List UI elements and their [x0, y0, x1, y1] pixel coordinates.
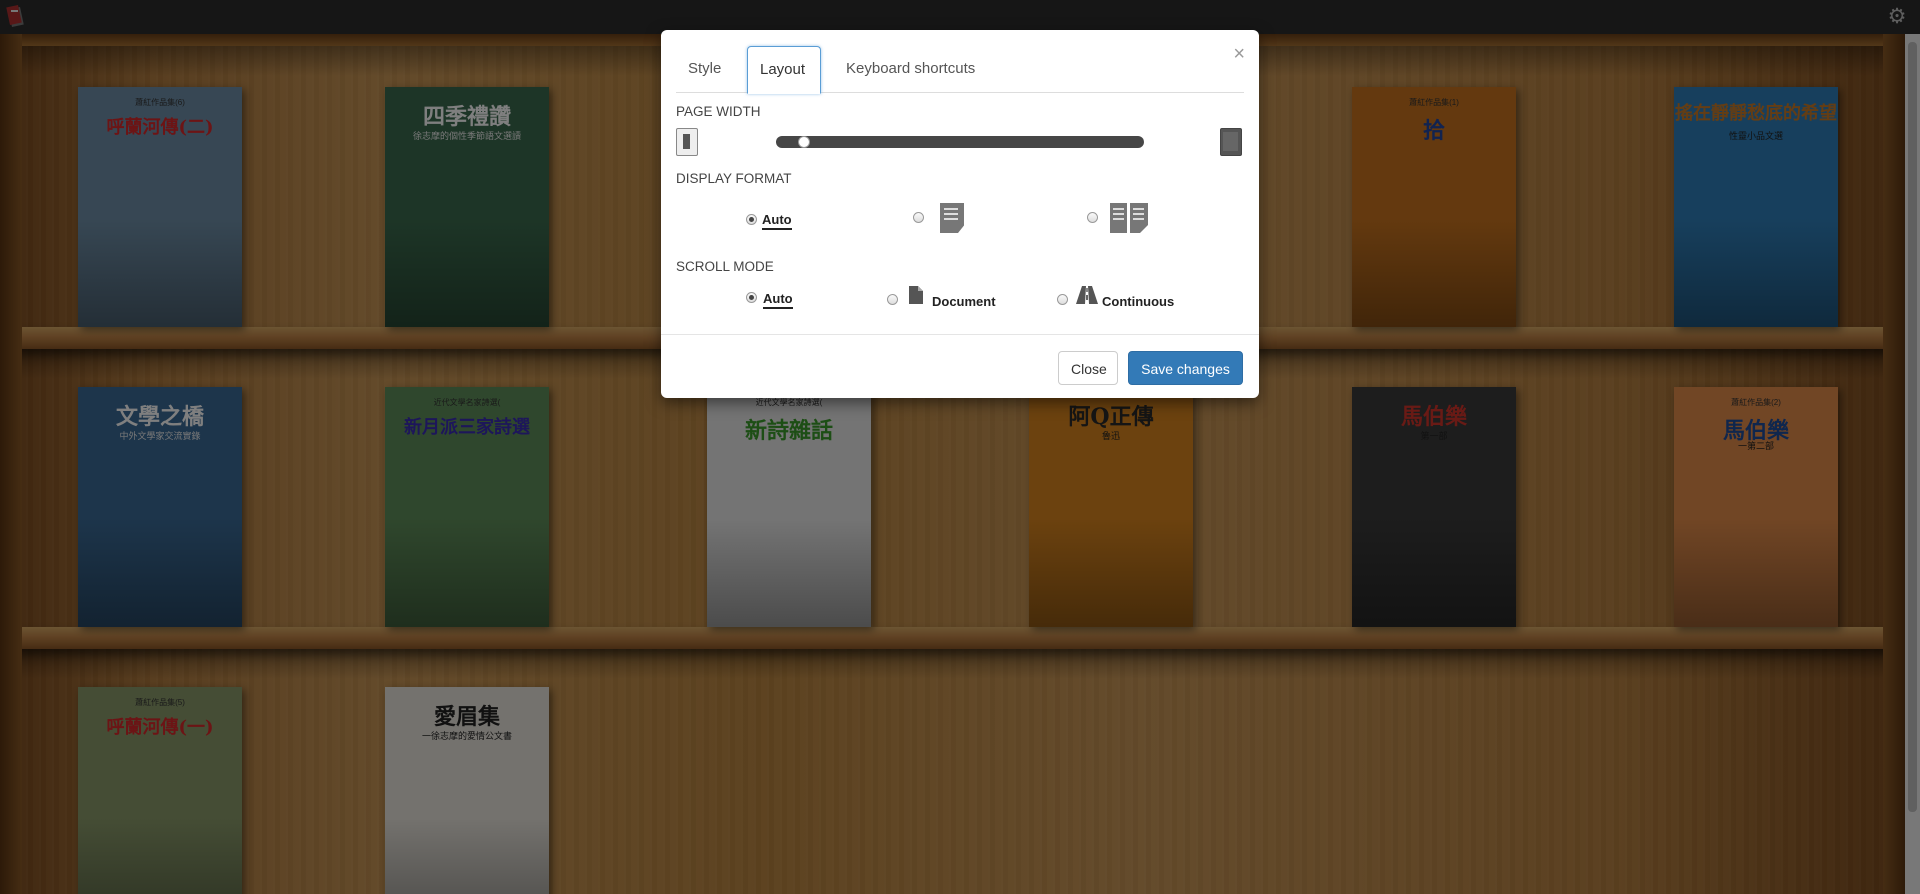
scroll-mode-document-radio[interactable]: [887, 294, 898, 305]
scroll-mode-auto-radio[interactable]: [746, 292, 757, 303]
page-width-label: PAGE WIDTH: [676, 104, 761, 119]
road-icon[interactable]: [1076, 286, 1098, 304]
single-page-icon[interactable]: [940, 203, 964, 233]
close-button[interactable]: Close: [1058, 351, 1118, 385]
scroll-mode-continuous-radio[interactable]: [1057, 294, 1068, 305]
tab-style[interactable]: Style: [676, 46, 733, 91]
dialog-footer: Close Save changes: [661, 334, 1259, 399]
slider-thumb[interactable]: [797, 136, 810, 148]
save-changes-button[interactable]: Save changes: [1128, 351, 1243, 385]
display-format-auto-radio[interactable]: [746, 214, 757, 225]
document-icon[interactable]: [909, 286, 923, 304]
wide-page-icon: [1220, 128, 1242, 156]
narrow-page-icon: [676, 128, 698, 156]
scroll-mode-continuous-label[interactable]: Continuous: [1102, 294, 1174, 309]
line: [944, 218, 958, 220]
settings-dialog: × Style Layout Keyboard shortcuts PAGE W…: [661, 30, 1259, 398]
tab-bar: Style Layout Keyboard shortcuts: [676, 46, 1244, 94]
display-format-single-radio[interactable]: [913, 212, 924, 223]
display-format-auto-label[interactable]: Auto: [762, 212, 792, 230]
scroll-mode-document-label[interactable]: Document: [932, 294, 996, 309]
two-page-icon[interactable]: [1110, 203, 1148, 233]
page-width-slider[interactable]: [776, 136, 1144, 148]
scroll-mode-auto-label[interactable]: Auto: [763, 291, 793, 309]
line: [944, 208, 958, 210]
tab-keyboard-shortcuts[interactable]: Keyboard shortcuts: [834, 46, 987, 91]
scroll-mode-label: SCROLL MODE: [676, 259, 774, 274]
tab-layout[interactable]: Layout: [747, 46, 821, 94]
display-format-label: DISPLAY FORMAT: [676, 171, 792, 186]
display-format-two-page-radio[interactable]: [1087, 212, 1098, 223]
line: [944, 213, 958, 215]
